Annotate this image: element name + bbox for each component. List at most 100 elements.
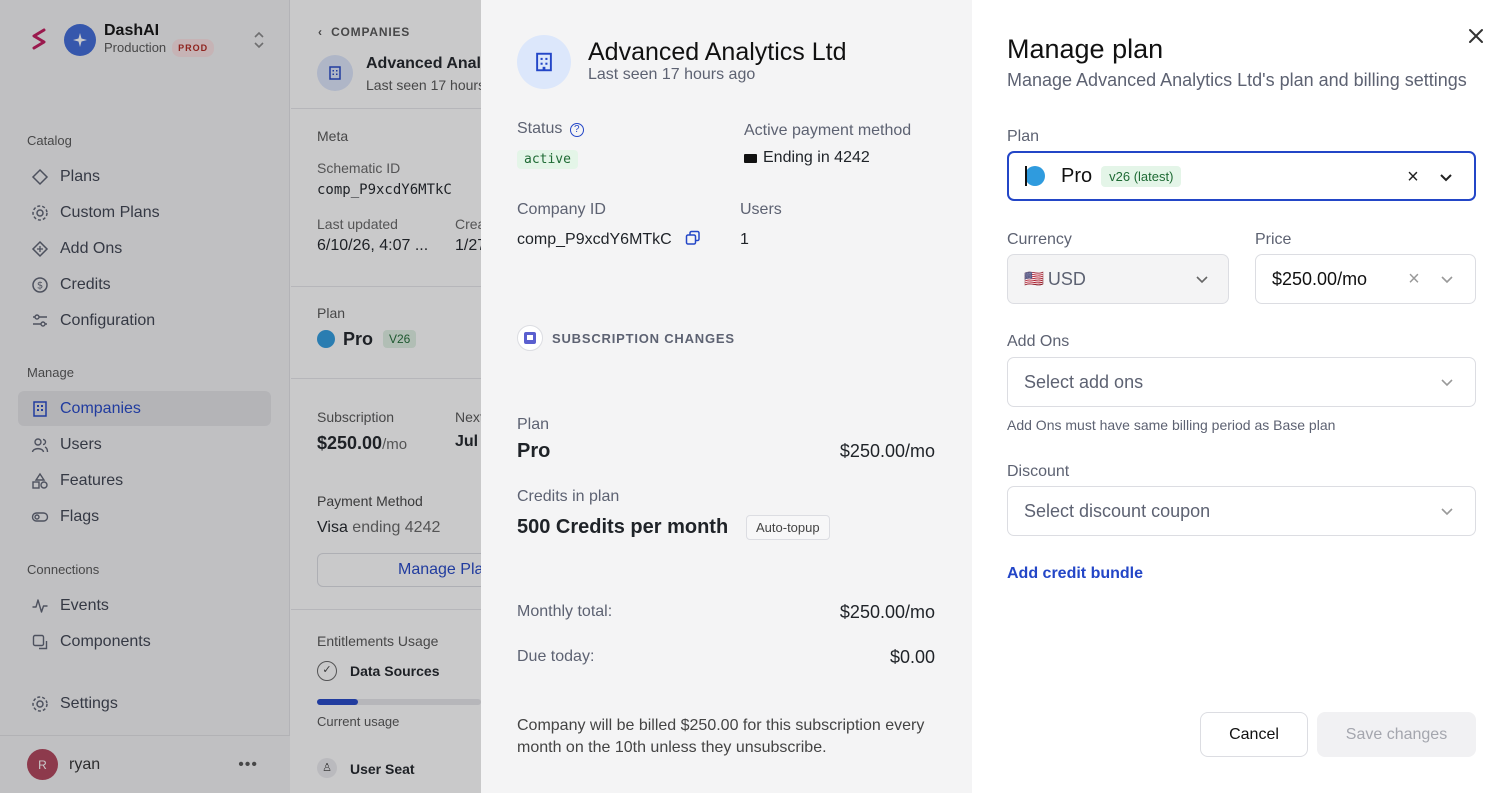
- dialog-subtitle: Manage Advanced Analytics Ltd's plan and…: [1007, 70, 1467, 90]
- plan-dot-icon: [317, 330, 335, 348]
- billing-note-line-1: Company will be billed $250.00 for this …: [517, 717, 925, 734]
- sidebar-item-plans[interactable]: Plans: [18, 159, 271, 194]
- subscription-summary-panel: Advanced Analytics Ltd Last seen 17 hour…: [481, 0, 972, 793]
- add-credit-bundle-link[interactable]: Add credit bundle: [1007, 565, 1143, 583]
- copy-icon[interactable]: [685, 230, 701, 246]
- workspace-avatar: [64, 24, 96, 56]
- last-seen: Last seen 17 hours: [366, 77, 481, 93]
- sidebar-item-label: Companies: [60, 399, 141, 417]
- workspace-env: Production: [104, 40, 167, 55]
- next-value: Jul: [455, 433, 479, 450]
- breadcrumb[interactable]: ‹ COMPANIES: [318, 25, 410, 39]
- gear-icon: [30, 694, 50, 714]
- last-updated: 6/10/26, 4:07 ...: [317, 237, 429, 254]
- discount-placeholder: Select discount coupon: [1024, 500, 1211, 521]
- sidebar-item-settings[interactable]: Settings: [18, 686, 271, 721]
- last-updated-label: Last updated: [317, 216, 398, 232]
- clear-icon[interactable]: ×: [1404, 166, 1422, 188]
- monthly-total-label: Monthly total:: [517, 603, 613, 620]
- chevron-down-icon[interactable]: [1439, 271, 1455, 287]
- subscription-changes-icon: [517, 325, 543, 351]
- plan-select[interactable]: Pro v26 (latest) ×: [1007, 151, 1476, 201]
- auto-topup-badge: Auto-topup: [746, 515, 830, 540]
- building-icon: [517, 35, 571, 89]
- sidebar-item-companies[interactable]: Companies: [18, 391, 271, 426]
- sidebar-item-label: Credits: [60, 275, 111, 293]
- gear-icon: [30, 203, 50, 223]
- sidebar-item-flags[interactable]: Flags: [18, 499, 271, 534]
- plan-version-badge: V26: [383, 330, 417, 348]
- clear-icon[interactable]: ×: [1405, 268, 1423, 290]
- sidebar-item-components[interactable]: Components: [18, 624, 271, 659]
- nav-section-catalog: Catalog: [27, 133, 72, 148]
- workspace-name: DashAI: [104, 22, 160, 39]
- sidebar-item-label: Components: [60, 632, 151, 650]
- plan-field-label: Plan: [1007, 128, 1040, 145]
- sidebar-item-custom-plans[interactable]: Custom Plans: [18, 195, 271, 230]
- diamond-icon: [30, 167, 50, 187]
- sidebar-item-label: Plans: [60, 167, 101, 185]
- sidebar-item-features[interactable]: Features: [18, 463, 271, 498]
- chevron-down-icon[interactable]: [1194, 271, 1210, 287]
- credits-value: 500 Credits per month: [517, 516, 729, 538]
- env-badge: PROD: [172, 39, 215, 57]
- currency-select[interactable]: 🇺🇸 USD: [1007, 254, 1229, 304]
- component-icon: [30, 632, 50, 652]
- save-changes-button[interactable]: Save changes: [1317, 712, 1476, 757]
- plan-version-badge: v26 (latest): [1101, 165, 1182, 187]
- manage-plan-button[interactable]: Manage Pla: [317, 553, 481, 587]
- help-icon[interactable]: ?: [569, 123, 584, 137]
- sidebar-item-label: Add Ons: [60, 239, 123, 257]
- created-label: Crea: [455, 216, 481, 232]
- discount-field-label: Discount: [1007, 463, 1070, 480]
- sidebar-item-events[interactable]: Events: [18, 588, 271, 623]
- user-menu[interactable]: R ryan •••: [0, 735, 290, 793]
- text-cursor: [1025, 166, 1027, 186]
- schematic-id-label: Schematic ID: [317, 160, 401, 176]
- entitlement-data-sources: Data Sources: [350, 663, 440, 679]
- sidebar-item-label: Configuration: [60, 311, 156, 329]
- building-icon: [30, 399, 50, 419]
- plan-name: Pro: [517, 440, 551, 462]
- chevron-down-icon[interactable]: [1438, 169, 1454, 185]
- current-usage-label: Current usage: [317, 714, 400, 729]
- plan-label: Plan: [317, 305, 346, 321]
- plan-dot-icon: [1025, 166, 1045, 186]
- meta-heading: Meta: [317, 128, 349, 144]
- manage-plan-dialog: Manage plan Manage Advanced Analytics Lt…: [972, 0, 1512, 793]
- entitlements-label: Entitlements Usage: [317, 633, 439, 649]
- sidebar-item-configuration[interactable]: Configuration: [18, 303, 271, 338]
- subscription-label: Subscription: [317, 409, 395, 425]
- payment-method-value: Visa ending 4242: [317, 519, 441, 536]
- addons-select[interactable]: Select add ons: [1007, 357, 1476, 407]
- users-label: Users: [740, 201, 782, 218]
- entitlement-user-seat: User Seat: [350, 761, 415, 777]
- svg-text:$: $: [37, 280, 43, 291]
- sidebar-item-label: Features: [60, 471, 124, 489]
- sidebar-item-credits[interactable]: $ Credits: [18, 267, 271, 302]
- subscription-changes-heading: SUBSCRIPTION CHANGES: [552, 331, 735, 346]
- addons-placeholder: Select add ons: [1024, 371, 1144, 392]
- user-seat-icon: ♙: [317, 758, 337, 778]
- summary-last-seen: Last seen 17 hours ago: [588, 66, 756, 83]
- workspace-switcher[interactable]: DashAI Production PROD: [26, 20, 266, 60]
- sidebar-item-users[interactable]: Users: [18, 427, 271, 462]
- company-id-label: Company ID: [517, 201, 606, 218]
- chevron-down-icon[interactable]: [1439, 374, 1455, 390]
- billing-note-line-2: month on the 10th unless they unsubscrib…: [517, 739, 827, 756]
- plan-price: $250.00/mo: [839, 441, 935, 461]
- us-flag-icon: 🇺🇸: [1024, 271, 1044, 288]
- close-icon[interactable]: [1466, 26, 1486, 46]
- nav-section-manage: Manage: [27, 365, 74, 380]
- discount-select[interactable]: Select discount coupon: [1007, 486, 1476, 536]
- sidebar-item-add-ons[interactable]: Add Ons: [18, 231, 271, 266]
- status-label: Status ?: [517, 120, 584, 138]
- chevron-down-icon[interactable]: [1439, 503, 1455, 519]
- chevron-up-down-icon[interactable]: [252, 30, 266, 50]
- cancel-button[interactable]: Cancel: [1200, 712, 1308, 757]
- due-today-value: $0.00: [889, 647, 935, 667]
- monthly-total-value: $250.00/mo: [839, 602, 935, 622]
- more-horizontal-icon[interactable]: •••: [238, 756, 258, 774]
- building-icon: [317, 55, 353, 91]
- price-select[interactable]: $250.00/mo ×: [1255, 254, 1476, 304]
